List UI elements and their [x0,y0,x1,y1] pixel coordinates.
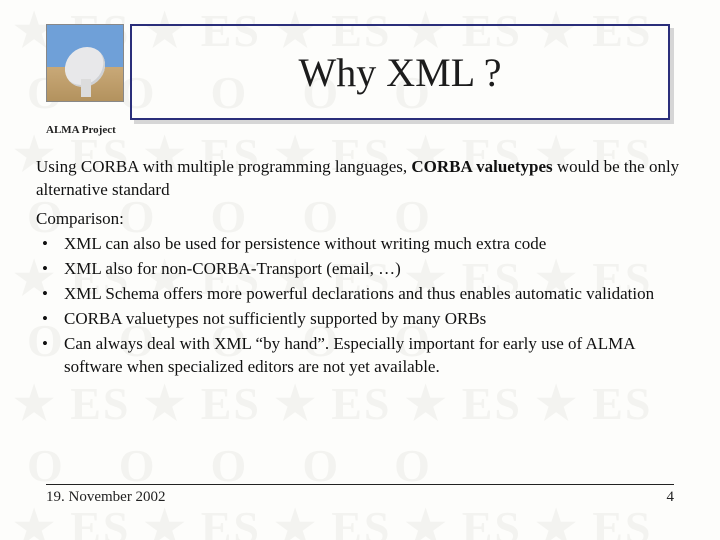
comparison-label: Comparison: [36,208,684,231]
slide-title: Why XML ? [299,49,502,96]
intro-bold: CORBA valuetypes [411,157,552,176]
footer-rule [46,484,674,485]
list-item: XML Schema offers more powerful declarat… [36,283,684,306]
title-box: Why XML ? [130,24,670,120]
list-item: XML can also be used for persistence wit… [36,233,684,256]
intro-paragraph: Using CORBA with multiple programming la… [36,156,684,202]
footer-date: 19. November 2002 [46,489,166,506]
slide-header: Why XML ? [46,24,670,120]
slide: Why XML ? ALMA Project Using CORBA with … [0,0,720,540]
bullet-list: XML can also be used for persistence wit… [36,233,684,379]
list-item: XML also for non-CORBA-Transport (email,… [36,258,684,281]
slide-body: Using CORBA with multiple programming la… [36,156,684,380]
list-item: CORBA valuetypes not sufficiently suppor… [36,308,684,331]
alma-telescope-logo [46,24,124,102]
intro-pre: Using CORBA with multiple programming la… [36,157,411,176]
footer-page-number: 4 [667,489,675,506]
slide-footer: 19. November 2002 4 [46,484,674,506]
project-label: ALMA Project [46,124,116,136]
list-item: Can always deal with XML “by hand”. Espe… [36,333,684,379]
